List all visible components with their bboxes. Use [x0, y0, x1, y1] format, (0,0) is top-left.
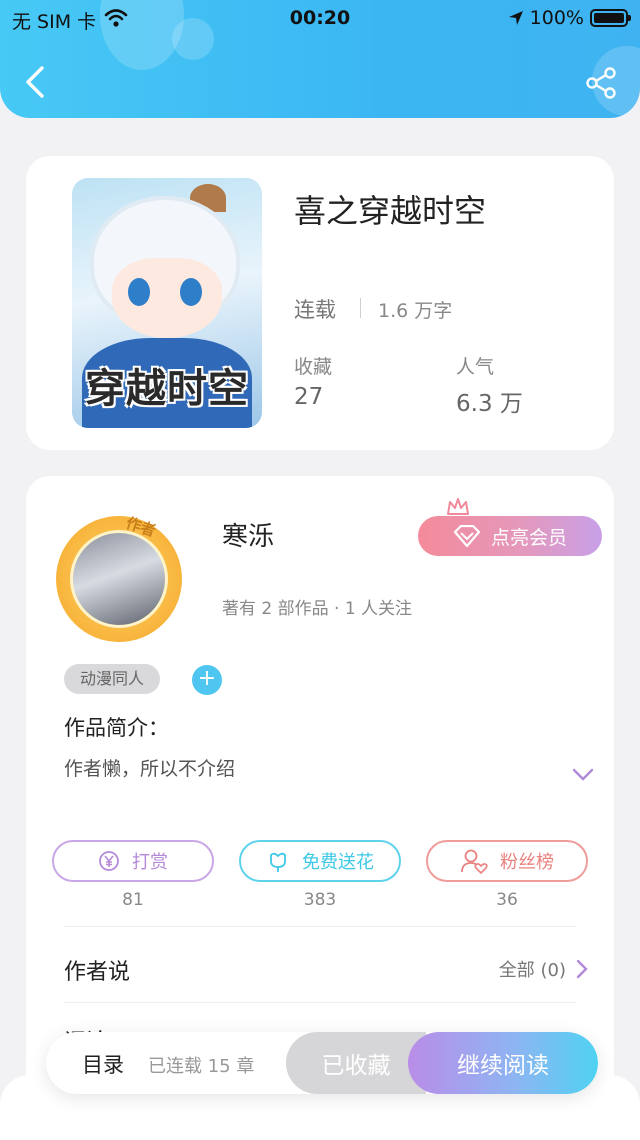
avatar-image	[70, 530, 168, 628]
location-arrow-icon	[508, 11, 523, 25]
cover-title-text: 穿越时空	[85, 365, 249, 412]
continue-reading-button[interactable]: 继续阅读	[408, 1032, 598, 1094]
avatar[interactable]: 作者	[56, 514, 182, 642]
continue-reading-label: 继续阅读	[457, 1053, 549, 1079]
header: 无 SIM 卡 00:20 100%	[0, 0, 640, 118]
send-flower-label: 免费送花	[302, 852, 374, 873]
table-of-contents-button[interactable]: 目录	[82, 1049, 124, 1079]
battery-percent: 100%	[529, 7, 584, 29]
author-name[interactable]: 寒泺	[222, 516, 274, 553]
reward-label: 打赏	[132, 852, 168, 873]
collected-label: 已收藏	[321, 1053, 391, 1079]
divider	[360, 298, 361, 318]
intro-text: 作者懒，所以不介绍	[64, 758, 236, 780]
crown-icon	[447, 498, 469, 515]
reward-button[interactable]: 打赏	[52, 840, 214, 882]
divider	[64, 926, 576, 927]
status-right: 100%	[508, 7, 631, 29]
share-icon[interactable]	[584, 66, 618, 100]
fan-user-icon	[461, 849, 488, 874]
battery-icon	[590, 9, 631, 27]
chevron-right-icon	[576, 959, 588, 979]
book-info-card: 穿越时空 喜之穿越时空 连载 1.6 万字 收藏 27 人气 6.3 万	[26, 156, 614, 450]
flower-count: 383	[303, 890, 337, 910]
intro-label: 作品简介：	[64, 716, 169, 740]
book-status: 连载	[294, 298, 336, 322]
stat-value-favorites: 27	[294, 384, 324, 410]
fan-ranking-button[interactable]: 粉丝榜	[426, 840, 588, 882]
fan-count: 36	[496, 890, 518, 910]
divider	[64, 1002, 576, 1003]
stat-label-favorites: 收藏	[294, 356, 333, 378]
back-icon[interactable]	[20, 64, 50, 100]
flower-icon	[270, 852, 286, 872]
collected-button[interactable]: 已收藏	[286, 1032, 426, 1094]
stat-value-popularity: 6.3 万	[456, 391, 523, 417]
author-says-all-link[interactable]: 全部 (0)	[499, 956, 588, 982]
stat-label-popularity: 人气	[456, 356, 495, 378]
yen-coin-icon	[99, 851, 119, 871]
chapter-count: 已连载 15 章	[148, 1056, 255, 1077]
cover-art	[180, 278, 202, 306]
reward-count: 81	[122, 890, 144, 910]
send-flower-button[interactable]: 免费送花	[239, 840, 401, 882]
book-word-count: 1.6 万字	[378, 300, 453, 322]
cover-art	[128, 278, 150, 306]
chevron-down-icon[interactable]	[572, 768, 594, 782]
author-meta: 著有 2 部作品 · 1 人关注	[222, 599, 413, 619]
member-button-label: 点亮会员	[490, 526, 567, 549]
fan-ranking-label: 粉丝榜	[500, 852, 554, 873]
genre-tag[interactable]: 动漫同人	[64, 664, 161, 694]
add-tag-button[interactable]: +	[192, 665, 222, 695]
status-bar: 无 SIM 卡 00:20 100%	[0, 0, 640, 36]
author-card: 作者 寒泺 点亮会员 著有 2 部作品 · 1 人关注 动漫同人 + 作品简介：…	[26, 476, 614, 1116]
book-title: 喜之穿越时空	[294, 192, 487, 230]
bottom-action-bar: 目录 已连载 15 章 已收藏 继续阅读	[46, 1032, 598, 1094]
all-link-label: 全部 (0)	[498, 960, 566, 981]
author-says-heading: 作者说	[64, 960, 131, 985]
activate-membership-button[interactable]: 点亮会员	[418, 516, 602, 556]
book-cover[interactable]: 穿越时空	[72, 178, 262, 428]
diamond-icon	[453, 525, 481, 547]
